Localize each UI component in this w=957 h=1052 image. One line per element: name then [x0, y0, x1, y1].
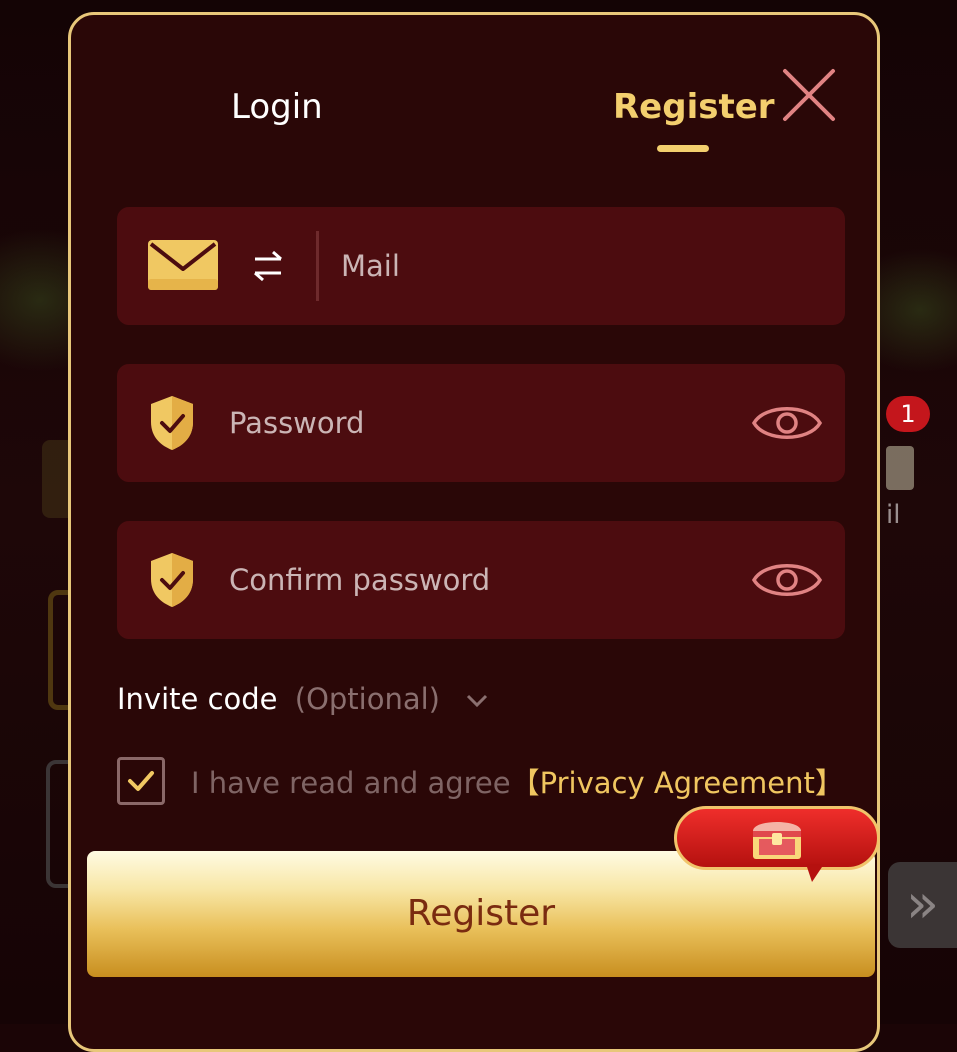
- eye-icon[interactable]: [751, 396, 823, 450]
- eye-icon[interactable]: [751, 553, 823, 607]
- mail-nav-icon: [886, 446, 914, 490]
- password-field: [117, 364, 845, 482]
- double-chevron-right-icon[interactable]: »: [888, 862, 957, 948]
- close-button[interactable]: [779, 65, 839, 125]
- invite-optional-label: (Optional): [294, 682, 440, 716]
- swap-icon[interactable]: [251, 247, 285, 285]
- mail-icon: [148, 240, 218, 290]
- close-icon: [783, 69, 835, 121]
- mail-field: [117, 207, 845, 325]
- gift-bubble[interactable]: [674, 806, 880, 870]
- shield-check-icon: [151, 396, 193, 450]
- gift-bubble-tail: [806, 864, 824, 882]
- check-icon: [128, 771, 154, 791]
- password-input[interactable]: [229, 364, 729, 482]
- agreement-label: I have read and agree: [191, 766, 511, 800]
- field-divider: [316, 231, 319, 301]
- shield-check-icon: [151, 553, 193, 607]
- active-tab-indicator: [657, 145, 709, 152]
- mail-nav-label: il: [886, 500, 901, 530]
- tab-register[interactable]: Register: [613, 87, 775, 127]
- chevron-down-icon: [467, 694, 488, 708]
- tab-login[interactable]: Login: [231, 87, 323, 127]
- agreement-text: I have read and agree【Privacy Agreement】: [191, 763, 844, 803]
- privacy-agreement-link[interactable]: 【Privacy Agreement】: [511, 766, 844, 800]
- invite-code-label: Invite code: [117, 682, 278, 716]
- auth-modal: Login Register Mail Invite code (Optiona…: [68, 12, 880, 1052]
- mail-input[interactable]: [341, 207, 821, 325]
- treasure-chest-icon: [753, 822, 801, 859]
- agree-checkbox[interactable]: [117, 757, 165, 805]
- confirm-password-input[interactable]: [229, 521, 729, 639]
- notification-badge: 1: [886, 396, 930, 432]
- invite-code-toggle[interactable]: Invite code (Optional): [117, 679, 489, 719]
- confirm-password-field: [117, 521, 845, 639]
